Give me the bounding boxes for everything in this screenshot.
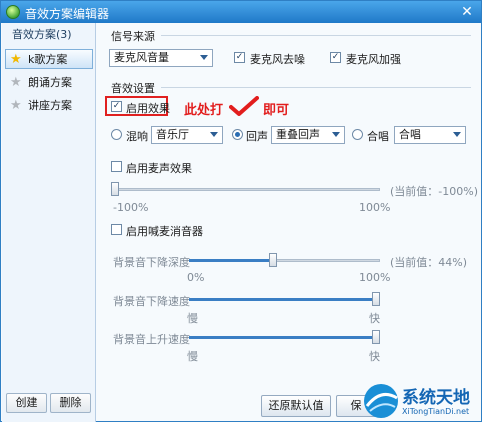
chevron-down-icon: [332, 132, 340, 137]
reverb-value: 音乐厅: [156, 128, 189, 141]
site-watermark-logo: 系统天地 XiTongTianDi.net: [361, 380, 482, 422]
close-icon[interactable]: ✕: [459, 4, 475, 20]
bg-down-speed-label: 背景音下降速度: [113, 295, 190, 308]
whistle-canceller-label: 启用喊麦消音器: [126, 225, 203, 238]
scheme-list-header: 音效方案(3): [12, 28, 72, 41]
annotation-text-tail: 即可: [263, 103, 290, 118]
watermark-url: XiTongTianDi.net: [402, 407, 470, 416]
watermark-brand: 系统天地: [402, 388, 470, 408]
chevron-down-icon: [210, 132, 218, 137]
mic-effect-current-value: (当前值：-100%): [390, 185, 478, 198]
annotation-text: 此处打: [184, 103, 224, 118]
effects-title: 音效设置: [111, 82, 155, 95]
signal-source-select[interactable]: 麦克风音量: [109, 49, 213, 67]
section-divider: [161, 35, 471, 36]
sidebar-item-label: 讲座方案: [28, 99, 72, 112]
checkmark-annotation-icon: [229, 96, 259, 116]
delete-button[interactable]: 删除: [50, 393, 91, 413]
whistle-canceller-checkbox[interactable]: [111, 224, 122, 235]
echo-value: 重叠回声: [276, 128, 320, 141]
sidebar-item-recitation[interactable]: ★ 朗诵方案: [5, 72, 93, 92]
bg-down-speed-min-label: 慢: [187, 312, 198, 325]
enable-effect-label: 启用效果: [126, 102, 170, 115]
sidebar-item-label: 朗诵方案: [28, 76, 72, 89]
mic-denoise-label: 麦克风去噪: [250, 53, 305, 66]
mic-effect-min-label: -100%: [113, 201, 149, 214]
bg-up-speed-max-label: 快: [369, 350, 380, 363]
title-bar: 音效方案编辑器 ✕: [1, 1, 481, 23]
sound-scheme-editor-window: 音效方案编辑器 ✕ 音效方案(3) ★ k歌方案 ★ 朗诵方案 ★ 讲座方案 创…: [0, 0, 482, 422]
reverb-radio[interactable]: [111, 129, 122, 140]
app-logo-icon: [6, 5, 20, 19]
signal-source-value: 麦克风音量: [114, 51, 169, 64]
mic-denoise-checkbox[interactable]: ✓: [234, 52, 245, 63]
sidebar-item-label: k歌方案: [28, 53, 68, 66]
slider-fill: [189, 259, 273, 262]
slider-thumb[interactable]: [111, 182, 119, 196]
star-icon: ★: [10, 75, 22, 90]
sidebar-item-lecture[interactable]: ★ 讲座方案: [5, 95, 93, 115]
bg-depth-min-label: 0%: [187, 271, 205, 284]
chorus-label: 合唱: [367, 130, 389, 143]
slider-track: [115, 188, 380, 191]
sidebar-item-k-song[interactable]: ★ k歌方案: [5, 49, 93, 69]
chorus-radio[interactable]: [352, 129, 363, 140]
bg-up-speed-min-label: 慢: [187, 350, 198, 363]
create-button[interactable]: 创建: [6, 393, 47, 413]
window-title: 音效方案编辑器: [25, 7, 110, 21]
bg-down-speed-max-label: 快: [369, 312, 380, 325]
echo-label: 回声: [246, 130, 268, 143]
chorus-value: 合唱: [399, 128, 421, 141]
chorus-select[interactable]: 合唱: [394, 126, 466, 144]
echo-radio[interactable]: [232, 129, 243, 140]
star-icon: ★: [10, 52, 22, 67]
mic-boost-checkbox[interactable]: ✓: [330, 52, 341, 63]
bg-depth-current-value: (当前值：44%): [390, 256, 468, 269]
bg-depth-label: 背景音下降深度: [113, 256, 190, 269]
slider-thumb[interactable]: [269, 253, 277, 267]
echo-select[interactable]: 重叠回声: [271, 126, 345, 144]
star-icon: ★: [10, 98, 22, 113]
chevron-down-icon: [453, 132, 461, 137]
chevron-down-icon: [200, 55, 208, 60]
slider-fill: [189, 336, 380, 339]
section-divider: [161, 87, 471, 88]
mic-effect-label: 启用麦声效果: [126, 162, 192, 175]
mic-effect-max-label: 100%: [359, 201, 391, 214]
slider-thumb[interactable]: [372, 330, 380, 344]
bg-up-speed-label: 背景音上升速度: [113, 333, 190, 346]
mic-effect-checkbox[interactable]: [111, 161, 122, 172]
reverb-label: 混响: [126, 130, 148, 143]
restore-defaults-button[interactable]: 还原默认值: [261, 395, 331, 417]
slider-thumb[interactable]: [372, 292, 380, 306]
scheme-sidebar: 音效方案(3) ★ k歌方案 ★ 朗诵方案 ★ 讲座方案 创建 删除: [2, 23, 96, 422]
slider-fill: [189, 298, 380, 301]
mic-boost-label: 麦克风加强: [346, 53, 401, 66]
bg-depth-max-label: 100%: [359, 271, 391, 284]
reverb-select[interactable]: 音乐厅: [151, 126, 223, 144]
enable-effect-checkbox[interactable]: ✓: [111, 101, 122, 112]
signal-source-title: 信号来源: [111, 30, 155, 43]
